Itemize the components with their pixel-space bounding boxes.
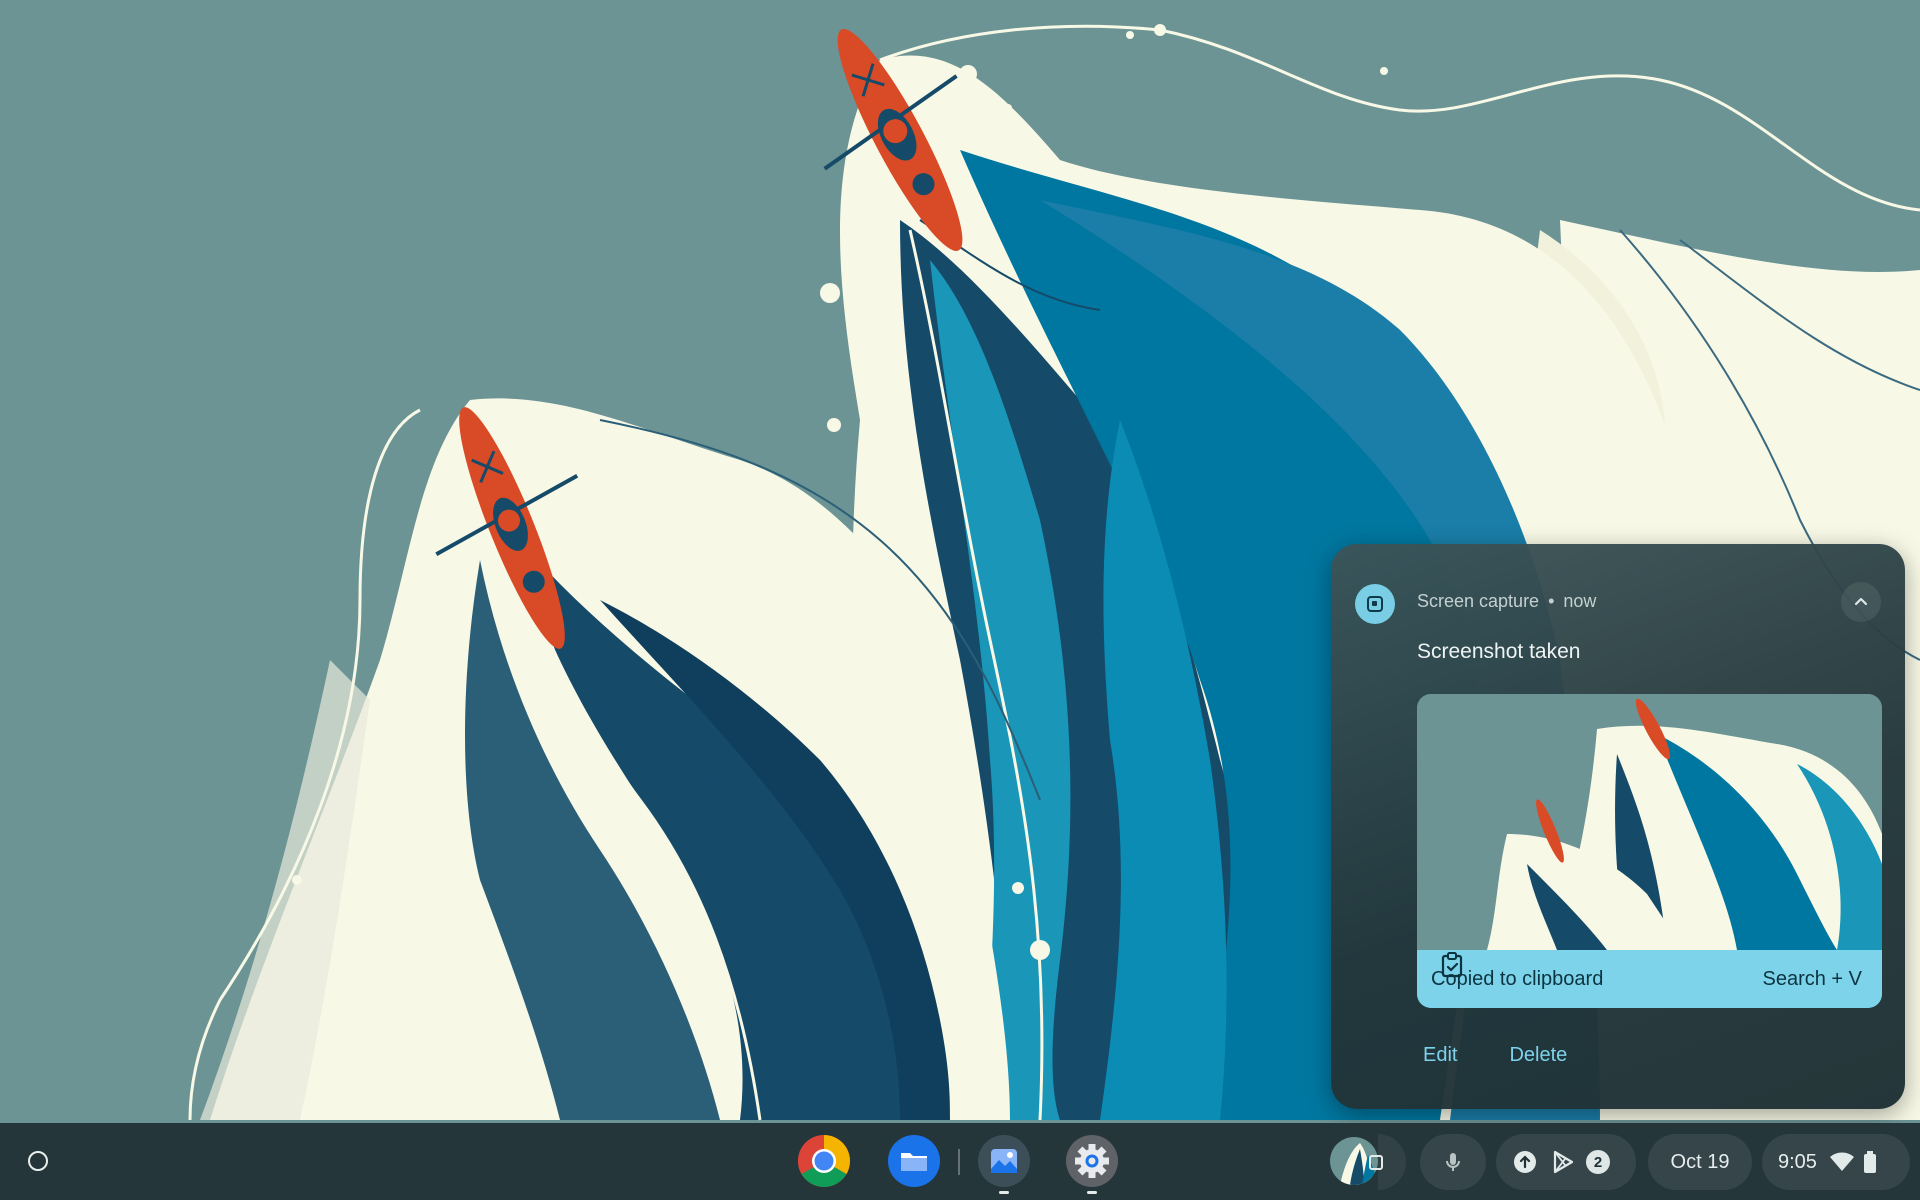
shelf-app-gallery[interactable]: [976, 1133, 1032, 1194]
date-label: Oct 19: [1670, 1150, 1730, 1173]
screenshot-preview-image: [1417, 694, 1882, 950]
launcher-button[interactable]: [18, 1141, 58, 1181]
shelf-app-files[interactable]: [886, 1133, 942, 1189]
delete-button[interactable]: Delete: [1509, 1044, 1567, 1067]
shelf-app-settings[interactable]: [1064, 1133, 1120, 1194]
battery-icon: [1863, 1151, 1876, 1173]
clipboard-banner: Copied to clipboard Search + V: [1417, 950, 1882, 1008]
chrome-icon: [798, 1135, 850, 1187]
screenshot-notification[interactable]: Screen capture • now Screenshot taken Copi…: [1331, 544, 1905, 1109]
screenshot-thumbnail[interactable]: Copied to clipboard Search + V: [1417, 694, 1882, 1008]
system-tray[interactable]: 9:05: [1762, 1134, 1910, 1190]
play-store-icon: [1553, 1150, 1574, 1174]
edit-button[interactable]: Edit: [1423, 1044, 1457, 1067]
date-tray[interactable]: Oct 19: [1648, 1134, 1752, 1190]
settings-gear-icon: [1066, 1135, 1118, 1187]
notification-title: Screenshot taken: [1417, 640, 1581, 663]
notification-time: now: [1563, 591, 1597, 611]
tote-icon: [1369, 1155, 1383, 1170]
wifi-icon: [1829, 1152, 1854, 1171]
shelf-divider: [958, 1149, 960, 1175]
files-folder-icon: [888, 1135, 940, 1187]
running-indicator: [1087, 1191, 1097, 1194]
clipboard-check-icon: [1441, 952, 1463, 978]
desktop: Screen capture • now Screenshot taken Copi…: [0, 0, 1920, 1200]
collapse-notification-button[interactable]: [1841, 582, 1881, 622]
chevron-up-icon: [1854, 597, 1868, 606]
notification-separator: •: [1548, 591, 1555, 611]
tray-status-area[interactable]: 2: [1496, 1134, 1636, 1190]
screen-capture-icon: [1355, 584, 1395, 624]
shelf-app-chrome[interactable]: [796, 1133, 852, 1189]
shelf: 2 Oct 19 9:05: [0, 1123, 1920, 1200]
microphone-icon: [1446, 1153, 1460, 1171]
upload-icon: [1514, 1151, 1536, 1173]
microphone-button[interactable]: [1420, 1134, 1486, 1190]
launcher-icon: [28, 1151, 48, 1171]
running-indicator: [999, 1191, 1009, 1194]
notification-actions: Edit Delete: [1423, 1044, 1567, 1067]
notification-count-badge: 2: [1586, 1150, 1610, 1174]
clipboard-shortcut: Search + V: [1762, 967, 1862, 990]
time-label: 9:05: [1778, 1150, 1817, 1173]
gallery-icon: [978, 1135, 1030, 1187]
notification-header: Screen capture • now: [1417, 591, 1596, 612]
holding-space-pill[interactable]: [1369, 1134, 1406, 1190]
notification-app-name: Screen capture: [1417, 591, 1540, 611]
